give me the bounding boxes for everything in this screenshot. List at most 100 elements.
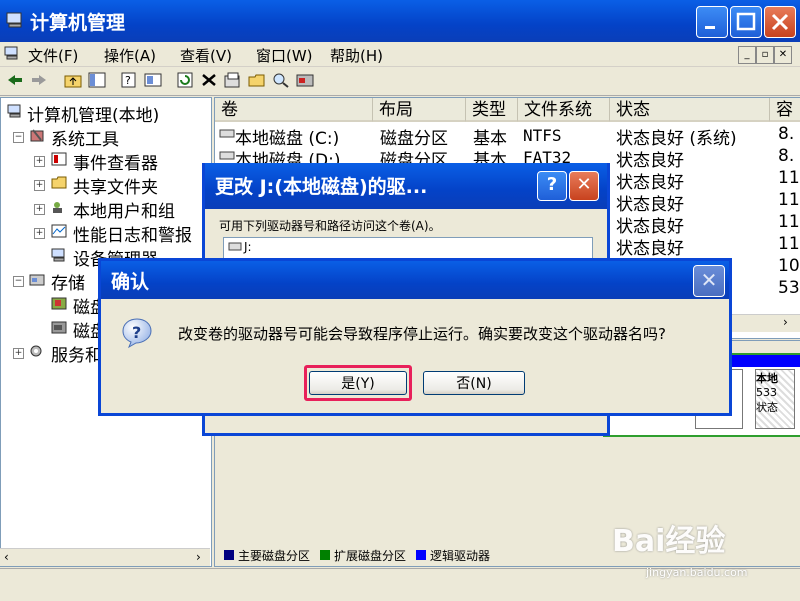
drive-path-item[interactable]: J:	[244, 240, 252, 254]
table-cell: 11	[778, 234, 800, 254]
confirm-dialog[interactable]: 确认 ✕ ? 改变卷的驱动器号可能会导致程序停止运行。确实要改变这个驱动器名吗?…	[98, 258, 732, 416]
maximize-icon	[736, 12, 756, 31]
tree-horizontal-scrollbar[interactable]: ‹ ›	[0, 548, 210, 566]
partition-status: 状态	[756, 401, 778, 414]
close-icon	[771, 13, 789, 31]
open-folder-icon[interactable]	[248, 72, 266, 88]
table-cell: 8.	[778, 146, 795, 166]
confirm-title-bar[interactable]: 确认 ✕	[101, 261, 729, 299]
disk-defrag-icon	[51, 297, 67, 310]
help-page-icon[interactable]	[144, 72, 162, 88]
column-header-layout[interactable]: 布局	[373, 98, 466, 122]
question-icon: ?	[122, 318, 152, 349]
tree-event-viewer[interactable]: 事件查看器	[73, 149, 158, 174]
column-header-capacity[interactable]: 容	[770, 98, 800, 122]
partition-size: 533	[756, 386, 777, 399]
logical-swatch	[416, 550, 426, 560]
performance-icon	[51, 224, 67, 238]
system-tools-icon	[30, 129, 44, 142]
scroll-left-icon[interactable]: ‹	[4, 550, 9, 564]
column-header-type[interactable]: 类型	[466, 98, 518, 122]
table-cell: 11	[778, 190, 800, 210]
mdi-minimize-button[interactable]: _	[738, 46, 756, 64]
menu-view[interactable]: 查看(V)	[180, 45, 232, 66]
column-header-status[interactable]: 状态	[610, 98, 770, 122]
watermark-url: jingyan.baidu.com	[646, 566, 748, 579]
partition-block[interactable]: 本地 533 状态	[755, 369, 795, 429]
legend-extended: 扩展磁盘分区	[334, 549, 407, 563]
main-title-bar[interactable]: 计算机管理	[0, 0, 800, 42]
menu-file[interactable]: 文件(F)	[28, 45, 78, 66]
help-button[interactable]: ?	[537, 171, 567, 201]
expand-toggle[interactable]: +	[34, 180, 45, 191]
table-cell: NTFS	[523, 126, 562, 145]
mdi-restore-button[interactable]: ▫	[756, 46, 774, 64]
table-cell: 8.	[778, 124, 795, 144]
collapse-toggle[interactable]: −	[13, 132, 24, 143]
tree-system-tools[interactable]: 系统工具	[51, 125, 119, 150]
menu-help[interactable]: 帮助(H)	[330, 45, 383, 66]
column-header-volume[interactable]: 卷	[215, 98, 373, 122]
toolbar: ?	[0, 67, 800, 96]
expand-toggle[interactable]: +	[13, 348, 24, 359]
baidu-jingyan-watermark: Bai经验	[612, 524, 726, 559]
expand-toggle[interactable]: +	[34, 228, 45, 239]
no-button[interactable]: 否(N)	[423, 371, 525, 395]
confirm-title: 确认	[111, 271, 150, 293]
disk-tool-icon[interactable]	[296, 72, 314, 88]
window-title: 计算机管理	[30, 12, 126, 34]
menu-window[interactable]: 窗口(W)	[256, 45, 313, 66]
change-dialog-instruction: 可用下列驱动器号和路径访问这个卷(A)。	[219, 219, 441, 233]
tree-perf-logs[interactable]: 性能日志和警报	[73, 221, 192, 246]
extended-swatch	[320, 550, 330, 560]
scroll-right-icon[interactable]: ›	[196, 550, 201, 564]
forward-arrow-icon[interactable]	[30, 72, 48, 88]
svg-text:?: ?	[132, 323, 141, 342]
table-cell: 11	[778, 212, 800, 232]
svg-text:?: ?	[125, 74, 131, 87]
back-arrow-icon[interactable]	[6, 72, 24, 88]
tree-local-users[interactable]: 本地用户和组	[73, 197, 175, 222]
storage-icon	[29, 274, 45, 286]
menu-action[interactable]: 操作(A)	[104, 45, 156, 66]
tree-root[interactable]: 计算机管理(本地)	[27, 101, 159, 126]
change-dialog-title-bar[interactable]: 更改 J:(本地磁盘)的驱... ? ✕	[205, 163, 607, 209]
services-icon	[30, 345, 42, 357]
computer-icon	[7, 104, 21, 118]
table-cell: 状态良好	[616, 239, 684, 259]
menu-computer-icon	[4, 46, 18, 60]
legend-primary: 主要磁盘分区	[238, 549, 311, 563]
up-folder-icon[interactable]	[64, 72, 82, 88]
tree-services[interactable]: 服务和	[51, 341, 102, 366]
partition-label: 本地	[756, 372, 778, 385]
delete-icon[interactable]	[200, 72, 218, 88]
properties-icon[interactable]: ?	[120, 72, 138, 88]
change-dialog-title: 更改 J:(本地磁盘)的驱...	[215, 176, 428, 198]
column-header-filesystem[interactable]: 文件系统	[518, 98, 610, 122]
expand-toggle[interactable]: +	[34, 204, 45, 215]
drive-icon	[228, 242, 242, 251]
yes-button[interactable]: 是(Y)	[309, 371, 407, 395]
refresh-icon[interactable]	[176, 72, 194, 88]
expand-toggle[interactable]: +	[34, 156, 45, 167]
mdi-close-button[interactable]: ✕	[774, 46, 792, 64]
search-icon[interactable]	[272, 72, 290, 88]
primary-swatch	[224, 550, 234, 560]
disk-management-icon	[51, 321, 67, 334]
confirm-message: 改变卷的驱动器号可能会导致程序停止运行。确实要改变这个驱动器名吗?	[178, 325, 666, 343]
tree-storage[interactable]: 存储	[51, 269, 85, 294]
close-button[interactable]	[764, 6, 796, 38]
properties-sheet-icon[interactable]	[224, 72, 242, 88]
scroll-right-icon[interactable]: ›	[783, 315, 788, 329]
table-cell: 10	[778, 256, 800, 276]
minimize-button[interactable]	[696, 6, 728, 38]
close-button[interactable]: ✕	[693, 265, 725, 297]
table-cell: 11	[778, 168, 800, 188]
event-viewer-icon	[51, 152, 67, 166]
collapse-toggle[interactable]: −	[13, 276, 24, 287]
maximize-button[interactable]	[730, 6, 762, 38]
shared-folder-icon	[51, 176, 67, 189]
close-button[interactable]: ✕	[569, 171, 599, 201]
show-hide-tree-icon[interactable]	[88, 72, 106, 88]
tree-shared-folders[interactable]: 共享文件夹	[73, 173, 158, 198]
